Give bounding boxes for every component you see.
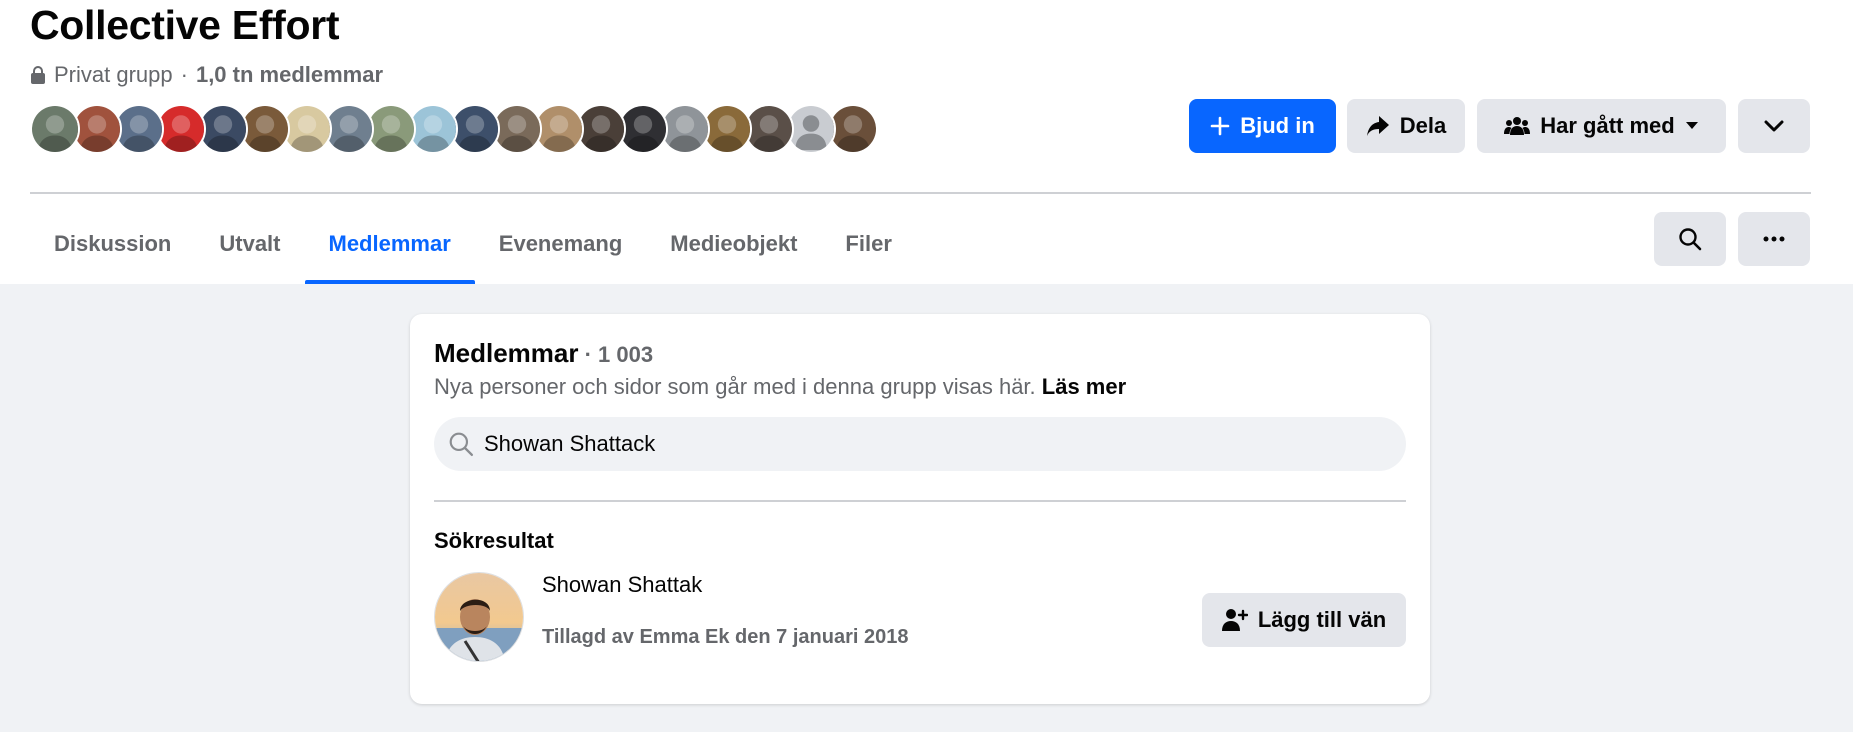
- ellipsis-icon: [1763, 236, 1785, 242]
- more-button[interactable]: [1738, 212, 1810, 266]
- card-divider: [434, 500, 1406, 502]
- share-arrow-icon: [1366, 116, 1389, 136]
- share-label: Dela: [1399, 113, 1447, 138]
- members-title: Medlemmar: [434, 338, 579, 368]
- joined-dropdown-button[interactable]: Har gått med: [1477, 99, 1726, 153]
- result-name[interactable]: Showan Shattak: [542, 572, 702, 598]
- member-search-box[interactable]: [434, 417, 1406, 471]
- header-divider: [30, 192, 1811, 194]
- search-icon: [449, 432, 474, 457]
- lock-icon: [31, 66, 45, 84]
- search-button[interactable]: [1654, 212, 1726, 266]
- group-header: Collective Effort Privat grupp · 1,0 tn …: [0, 0, 1853, 284]
- members-card: Medlemmar · 1 003 Nya personer och sidor…: [410, 314, 1430, 704]
- search-icon: [1679, 228, 1702, 251]
- group-title[interactable]: Collective Effort: [30, 2, 340, 49]
- members-card-title: Medlemmar · 1 003: [434, 338, 653, 369]
- privacy-label[interactable]: Privat grupp: [54, 62, 173, 88]
- result-avatar[interactable]: [434, 572, 524, 662]
- members-subtitle-text: Nya personer och sidor som går med i den…: [434, 374, 1036, 399]
- results-heading: Sökresultat: [434, 528, 554, 553]
- result-meta: Tillagd av Emma Ek den 7 januari 2018: [542, 626, 909, 648]
- tab-filer[interactable]: Filer: [821, 204, 915, 284]
- members-summary[interactable]: 1,0 tn medlemmar: [196, 62, 383, 88]
- people-icon: [1504, 117, 1531, 135]
- share-button[interactable]: Dela: [1347, 99, 1465, 153]
- plus-icon: [1210, 116, 1230, 136]
- invite-button[interactable]: Bjud in: [1189, 99, 1336, 153]
- member-avatar[interactable]: [30, 104, 80, 154]
- members-count: · 1 003: [578, 342, 654, 367]
- joined-label: Har gått med: [1540, 113, 1675, 138]
- add-friend-label: Lägg till vän: [1257, 607, 1387, 632]
- meta-separator: ·: [180, 62, 188, 87]
- members-card-subtitle: Nya personer och sidor som går med i den…: [434, 374, 1126, 400]
- tab-diskussion[interactable]: Diskussion: [30, 204, 195, 284]
- add-friend-icon: [1221, 609, 1248, 631]
- caret-down-icon: [1685, 122, 1698, 129]
- member-avatars: [30, 104, 878, 154]
- tab-utvalt[interactable]: Utvalt: [195, 204, 304, 284]
- add-friend-button[interactable]: Lägg till vän: [1202, 593, 1406, 647]
- invite-label: Bjud in: [1240, 113, 1315, 138]
- member-search-input[interactable]: [484, 431, 1384, 457]
- tab-medieobjekt[interactable]: Medieobjekt: [646, 204, 821, 284]
- tab-evenemang[interactable]: Evenemang: [475, 204, 647, 284]
- more-options-dropdown[interactable]: [1738, 99, 1810, 153]
- chevron-down-icon: [1764, 120, 1784, 132]
- group-tabs: Diskussion Utvalt Medlemmar Evenemang Medieo…: [30, 204, 916, 284]
- tab-medlemmar[interactable]: Medlemmar: [304, 204, 476, 284]
- read-more-link[interactable]: Läs mer: [1042, 374, 1126, 399]
- group-meta: Privat grupp · 1,0 tn medlemmar: [30, 62, 383, 88]
